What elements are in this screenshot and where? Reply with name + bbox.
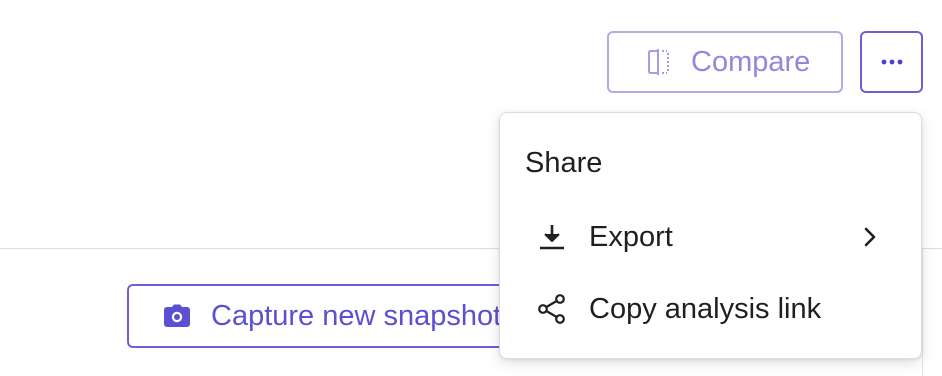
- chevron-right-icon: [858, 225, 882, 249]
- menu-item-label: Copy analysis link: [589, 292, 822, 325]
- download-icon: [536, 221, 568, 253]
- page: Compare Capture new snapshot Share Expor…: [0, 0, 942, 376]
- menu-heading: Share: [525, 147, 603, 179]
- camera-icon: [163, 304, 191, 328]
- compare-split-icon: [647, 48, 671, 76]
- share-icon: [536, 293, 568, 325]
- panel-edge: [922, 249, 923, 376]
- menu-item-copy-link[interactable]: Copy analysis link: [500, 277, 921, 341]
- menu-item-label: Export: [589, 220, 673, 253]
- capture-snapshot-button[interactable]: Capture new snapshot: [127, 284, 547, 348]
- compare-button-label: Compare: [691, 45, 811, 78]
- share-menu: Share Export Copy analysis link: [499, 112, 922, 359]
- menu-item-export[interactable]: Export: [500, 205, 921, 269]
- ellipsis-icon: [881, 59, 903, 65]
- more-options-button[interactable]: [860, 31, 923, 93]
- compare-button[interactable]: Compare: [607, 31, 843, 93]
- capture-snapshot-label: Capture new snapshot: [211, 299, 502, 332]
